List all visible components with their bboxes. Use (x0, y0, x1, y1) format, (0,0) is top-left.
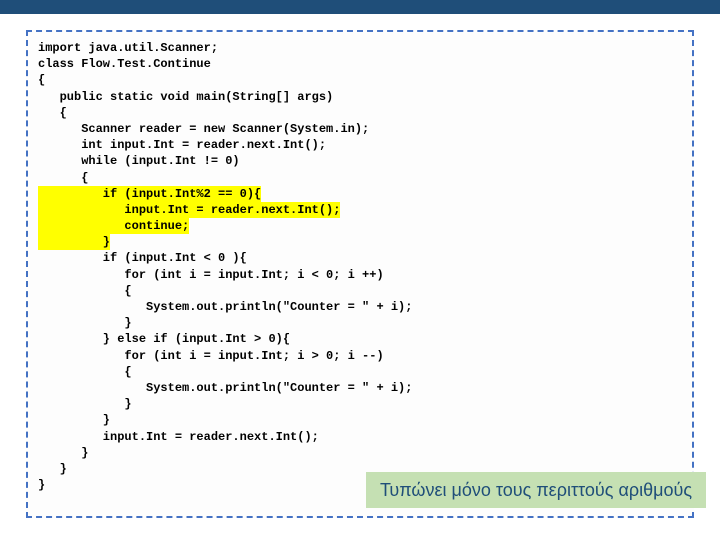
code-line: int input.Int = reader.next.Int(); (38, 137, 682, 153)
code-line: System.out.println("Counter = " + i); (38, 380, 682, 396)
code-line: while (input.Int != 0) (38, 153, 682, 169)
annotation-note: Τυπώνει μόνο τους περιττούς αριθμούς (366, 472, 706, 508)
code-line: for (int i = input.Int; i > 0; i --) (38, 348, 682, 364)
code-line: Scanner reader = new Scanner(System.in); (38, 121, 682, 137)
code-line: { (38, 72, 682, 88)
code-line: { (38, 105, 682, 121)
code-line: class Flow.Test.Continue (38, 56, 682, 72)
code-line: { (38, 170, 682, 186)
code-line-highlight: continue; (38, 218, 682, 234)
code-line-highlight: } (38, 234, 682, 250)
code-line-highlight: if (input.Int%2 == 0){ (38, 186, 682, 202)
code-line: { (38, 364, 682, 380)
code-line: } (38, 315, 682, 331)
code-line: input.Int = reader.next.Int(); (38, 429, 682, 445)
code-line: if (input.Int < 0 ){ (38, 250, 682, 266)
code-line: public static void main(String[] args) (38, 89, 682, 105)
code-line: } (38, 412, 682, 428)
code-line-highlight: input.Int = reader.next.Int(); (38, 202, 682, 218)
code-line: } (38, 396, 682, 412)
code-line: { (38, 283, 682, 299)
code-line: for (int i = input.Int; i < 0; i ++) (38, 267, 682, 283)
header-bar (0, 0, 720, 14)
code-line: System.out.println("Counter = " + i); (38, 299, 682, 315)
code-line: } (38, 445, 682, 461)
code-line: } else if (input.Int > 0){ (38, 331, 682, 347)
code-container: import java.util.Scanner; class Flow.Tes… (26, 30, 694, 518)
code-line: import java.util.Scanner; (38, 40, 682, 56)
